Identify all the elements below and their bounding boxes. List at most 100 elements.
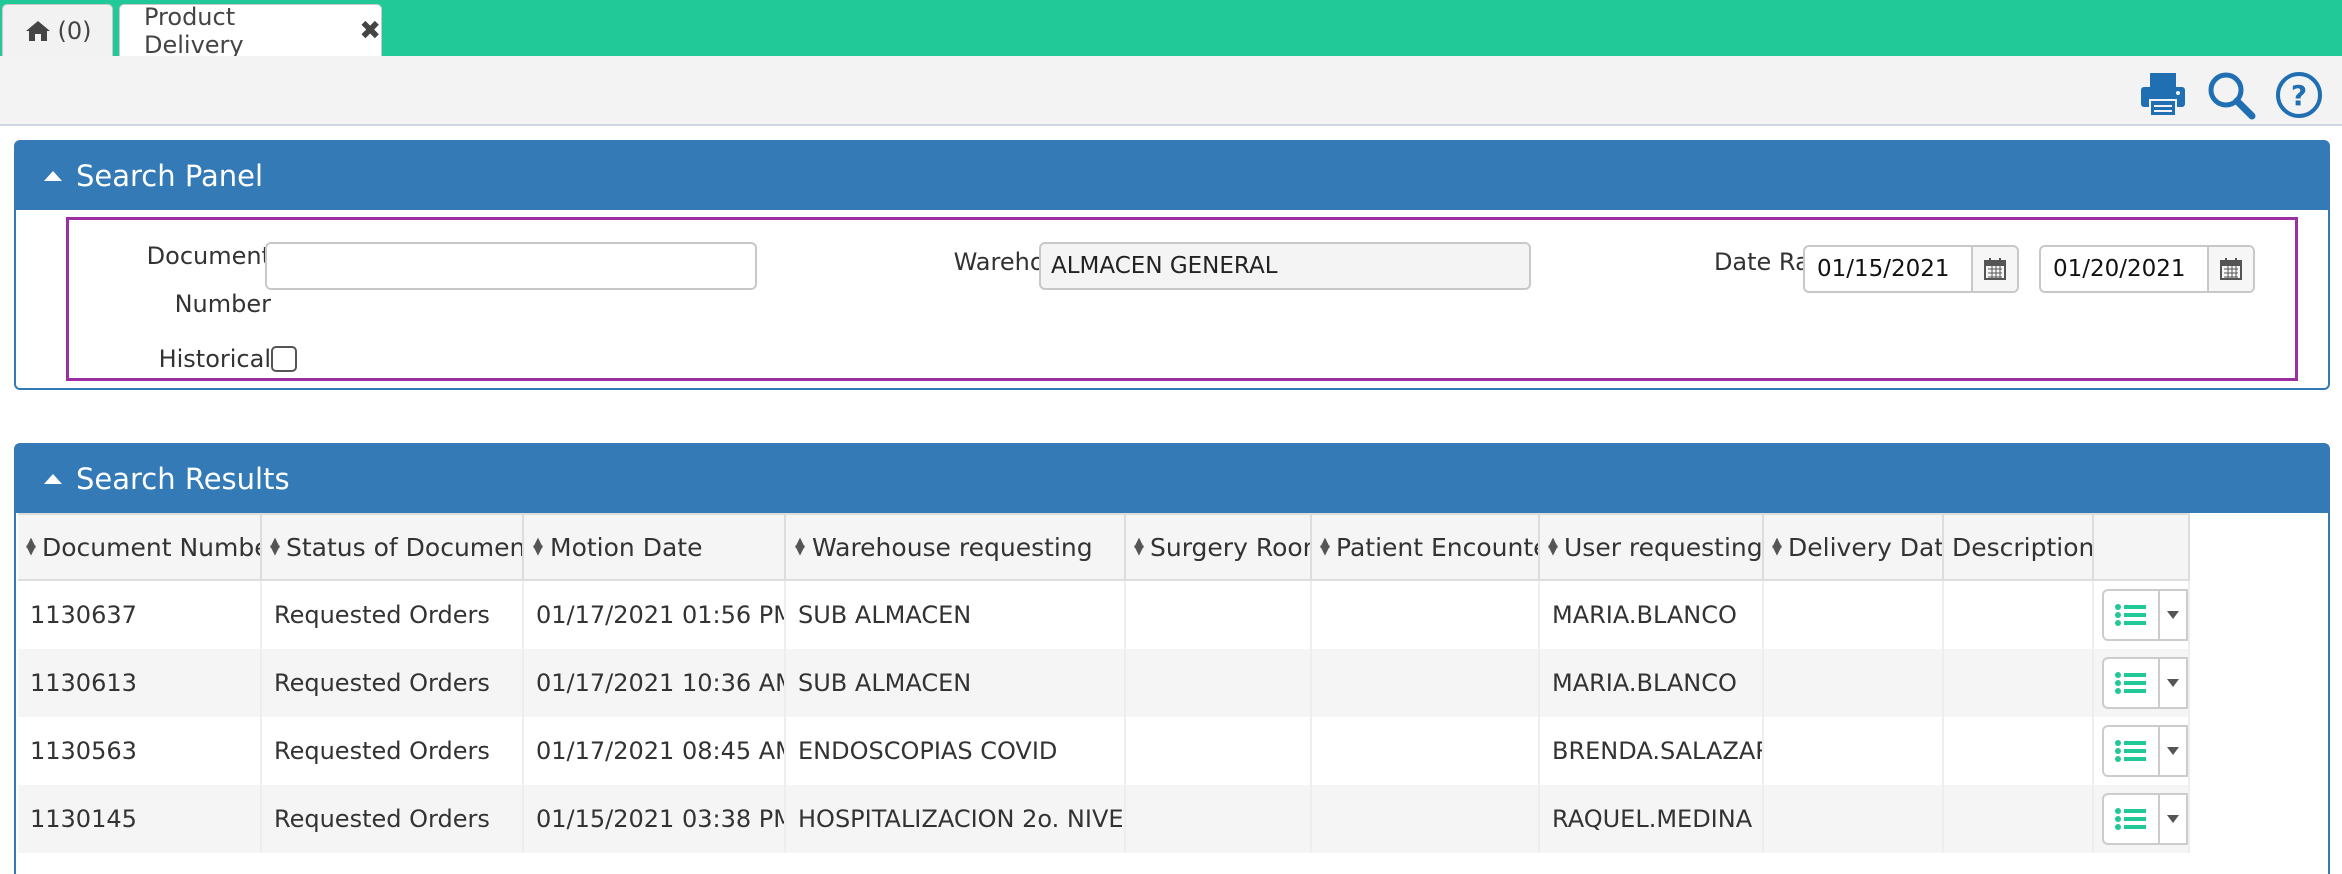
tab-home[interactable]: (0) (2, 4, 113, 56)
column-header-actions (2094, 515, 2190, 579)
list-icon[interactable] (2104, 659, 2160, 707)
collapse-caret-icon (44, 474, 62, 484)
cell-delivery-date (1764, 581, 1944, 649)
cell-document-number: 1130613 (18, 649, 262, 717)
column-header-user[interactable]: ▲ ▼ User requesting (1540, 515, 1764, 579)
results-panel: Search Results ▲ ▼ Document Number ▲ ▼ Statu… (14, 443, 2330, 874)
column-header-status[interactable]: ▲ ▼ Status of Documents (262, 515, 524, 579)
toolbar: ? (0, 56, 2342, 126)
cell-document-number: 1130637 (18, 581, 262, 649)
date-to-field[interactable]: 01/20/2021 (2039, 245, 2255, 293)
date-from-calendar-button[interactable] (1971, 247, 2017, 291)
row-actions-button[interactable] (2102, 657, 2188, 709)
table-row[interactable]: 1130145 Requested Orders 01/15/2021 03:3… (18, 785, 2190, 853)
cell-document-number: 1130145 (18, 785, 262, 853)
cell-patient-encounter (1312, 649, 1540, 717)
table-row[interactable]: 1130637 Requested Orders 01/17/2021 01:5… (18, 581, 2190, 649)
date-to-calendar-button[interactable] (2207, 247, 2253, 291)
search-panel-title: Search Panel (76, 159, 264, 193)
search-panel-header[interactable]: Search Panel (16, 142, 2328, 210)
cell-actions (2094, 717, 2190, 785)
caret-down-icon[interactable] (2160, 727, 2186, 775)
column-header-warehouse[interactable]: ▲ ▼ Warehouse requesting (786, 515, 1126, 579)
row-actions-button[interactable] (2102, 589, 2188, 641)
cell-user: RAQUEL.MEDINA (1540, 785, 1764, 853)
print-icon (2141, 73, 2185, 117)
search-form: Document Number Warehouse Date Range 01/… (66, 217, 2298, 381)
close-tab-icon[interactable]: ✖ (359, 16, 381, 46)
column-header-patient-encounter[interactable]: ▲ ▼ Patient Encounter (1312, 515, 1540, 579)
column-header-label: Description (1952, 532, 2094, 562)
results-panel-header[interactable]: Search Results (16, 445, 2328, 513)
print-button[interactable] (2138, 70, 2188, 120)
cell-delivery-date (1764, 785, 1944, 853)
cell-actions (2094, 649, 2190, 717)
date-to-value[interactable]: 01/20/2021 (2041, 247, 2207, 291)
cell-description (1944, 785, 2094, 853)
list-icon[interactable] (2104, 591, 2160, 639)
caret-down-icon[interactable] (2160, 659, 2186, 707)
table-row[interactable]: 1130613 Requested Orders 01/17/2021 10:3… (18, 649, 2190, 717)
cell-motion-date: 01/17/2021 10:36 AM (524, 649, 786, 717)
document-number-label: Document Number (146, 242, 271, 318)
list-icon[interactable] (2104, 727, 2160, 775)
cell-status: Requested Orders (262, 581, 524, 649)
date-from-field[interactable]: 01/15/2021 (1803, 245, 2019, 293)
cell-user: BRENDA.SALAZAR (1540, 717, 1764, 785)
cell-motion-date: 01/15/2021 03:38 PM (524, 785, 786, 853)
sort-icon: ▲ ▼ (26, 535, 36, 558)
column-header-label: Surgery Room (1150, 532, 1312, 562)
caret-down-icon[interactable] (2160, 591, 2186, 639)
row-actions-button[interactable] (2102, 793, 2188, 845)
document-number-input[interactable] (265, 242, 757, 290)
cell-user: MARIA.BLANCO (1540, 649, 1764, 717)
cell-warehouse: ENDOSCOPIAS COVID (786, 717, 1126, 785)
cell-document-number: 1130563 (18, 717, 262, 785)
results-table: ▲ ▼ Document Number ▲ ▼ Status of Documents … (18, 513, 2190, 853)
sort-icon: ▲ ▼ (1772, 535, 1782, 558)
search-panel: Search Panel Document Number Warehouse D… (14, 140, 2330, 390)
column-header-document-number[interactable]: ▲ ▼ Document Number (18, 515, 262, 579)
cell-actions (2094, 581, 2190, 649)
column-header-label: Document Number (42, 532, 262, 562)
cell-warehouse: SUB ALMACEN (786, 649, 1126, 717)
search-button[interactable] (2206, 70, 2256, 120)
column-header-delivery-date[interactable]: ▲ ▼ Delivery Date (1764, 515, 1944, 579)
historical-label: Historical (158, 345, 271, 373)
cell-warehouse: SUB ALMACEN (786, 581, 1126, 649)
cell-motion-date: 01/17/2021 01:56 PM (524, 581, 786, 649)
sort-icon: ▲ ▼ (270, 535, 280, 558)
svg-text:?: ? (2291, 79, 2307, 112)
row-actions-button[interactable] (2102, 725, 2188, 777)
table-header-row: ▲ ▼ Document Number ▲ ▼ Status of Documents … (18, 513, 2190, 581)
warehouse-input[interactable] (1039, 242, 1531, 290)
cell-status: Requested Orders (262, 717, 524, 785)
cell-actions (2094, 785, 2190, 853)
caret-down-icon[interactable] (2160, 795, 2186, 843)
help-button[interactable]: ? (2274, 70, 2324, 120)
column-header-motion-date[interactable]: ▲ ▼ Motion Date (524, 515, 786, 579)
calendar-icon (1984, 258, 2006, 280)
historical-checkbox[interactable] (271, 346, 297, 372)
column-header-label: Warehouse requesting (812, 532, 1093, 562)
cell-user: MARIA.BLANCO (1540, 581, 1764, 649)
list-icon[interactable] (2104, 795, 2160, 843)
column-header-label: Status of Documents (286, 532, 524, 562)
collapse-caret-icon (44, 171, 62, 181)
cell-patient-encounter (1312, 581, 1540, 649)
cell-description (1944, 649, 2094, 717)
cell-status: Requested Orders (262, 649, 524, 717)
cell-patient-encounter (1312, 785, 1540, 853)
column-header-surgery-room[interactable]: ▲ ▼ Surgery Room (1126, 515, 1312, 579)
cell-warehouse: HOSPITALIZACION 2o. NIVEL (786, 785, 1126, 853)
help-icon: ? (2276, 72, 2322, 118)
results-panel-title: Search Results (76, 462, 290, 496)
cell-delivery-date (1764, 649, 1944, 717)
column-header-label: Motion Date (550, 532, 703, 562)
cell-description (1944, 717, 2094, 785)
home-tab-count: (0) (57, 16, 92, 45)
table-row[interactable]: 1130563 Requested Orders 01/17/2021 08:4… (18, 717, 2190, 785)
calendar-icon (2220, 258, 2242, 280)
date-from-value[interactable]: 01/15/2021 (1805, 247, 1971, 291)
tab-product-delivery[interactable]: Product Delivery ✖ (119, 3, 382, 59)
